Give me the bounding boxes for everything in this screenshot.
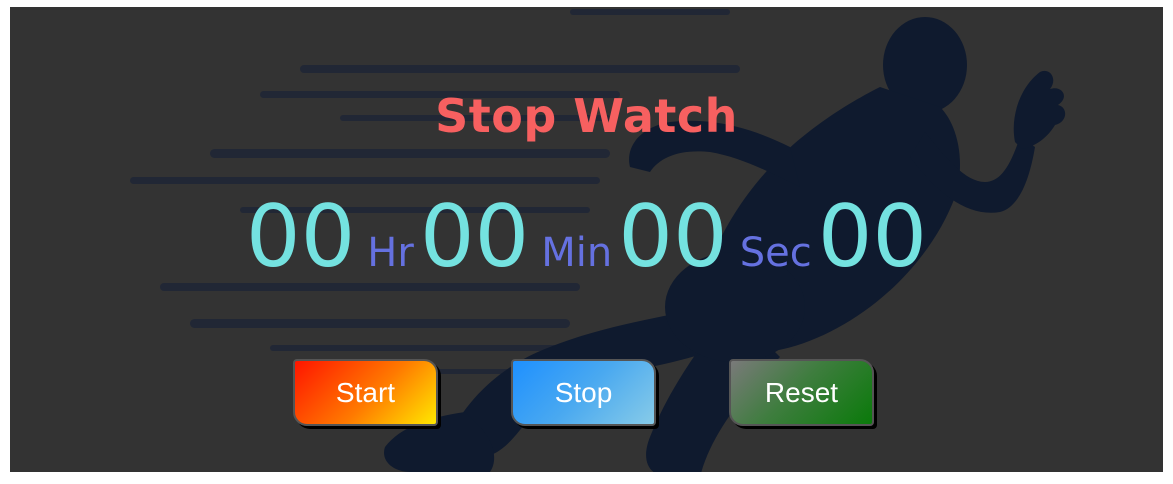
stopwatch-panel: Stop Watch 00 Hr 00 Min 00 Sec 00 Start … xyxy=(10,7,1163,472)
seconds-value: 00 xyxy=(618,187,728,287)
page-title: Stop Watch xyxy=(435,89,738,143)
seconds-unit-label: Sec xyxy=(739,230,812,276)
hours-unit-label: Hr xyxy=(367,230,414,276)
minutes-value: 00 xyxy=(419,187,530,287)
hours-value: 00 xyxy=(245,187,356,287)
start-button[interactable]: Start xyxy=(293,359,438,426)
stop-button[interactable]: Stop xyxy=(511,359,656,426)
reset-button[interactable]: Reset xyxy=(729,359,874,426)
minutes-unit-label: Min xyxy=(541,230,613,276)
stopwatch-display: 00 Hr 00 Min 00 Sec 00 xyxy=(10,187,1163,287)
centiseconds-value: 00 xyxy=(817,187,928,287)
